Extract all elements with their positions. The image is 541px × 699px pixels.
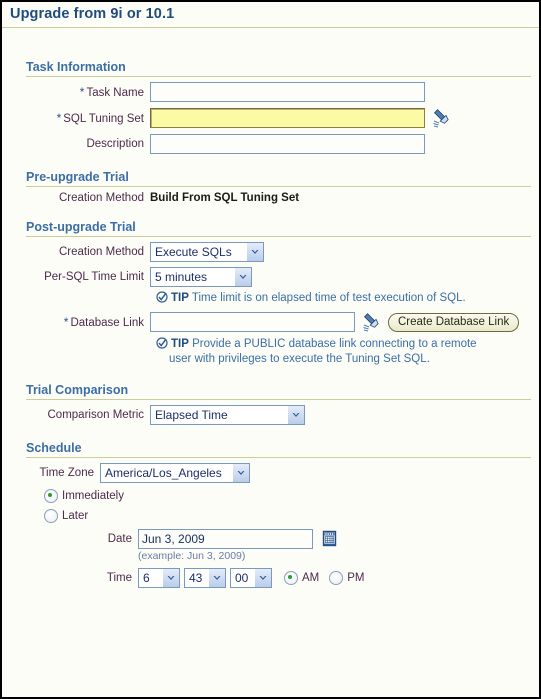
radio-pm-label[interactable]: PM (347, 572, 364, 584)
chevron-down-icon[interactable] (208, 569, 225, 587)
flashlight-search-icon[interactable] (361, 311, 383, 333)
time-group: 6 43 00 AM PM (138, 568, 365, 588)
create-database-link-button[interactable]: Create Database Link (388, 312, 520, 332)
database-link-input[interactable] (150, 312, 355, 332)
time-limit-tip-text: Time limit is on elapsed time of test ex… (191, 292, 466, 304)
upgrade-wizard-page: Upgrade from 9i or 10.1 Task Information… (0, 0, 541, 699)
post-creation-method-select[interactable]: Execute SQLs (150, 242, 264, 262)
field-row-comparison-metric: Comparison Metric Elapsed Time (10, 400, 531, 425)
comparison-metric-selected: Elapsed Time (155, 408, 228, 422)
sql-tuning-set-label-text: SQL Tuning Set (63, 113, 144, 125)
time-label: Time (106, 572, 132, 584)
field-row-task-name: * Task Name (10, 77, 531, 102)
time-zone-select[interactable]: America/Los_Angeles (100, 463, 250, 483)
field-row-post-creation-method: Creation Method Execute SQLs (10, 237, 531, 262)
radio-immediately[interactable] (44, 489, 58, 503)
database-link-tip-text-line2: user with privileges to execute the Tuni… (169, 353, 430, 365)
chevron-down-icon[interactable] (162, 569, 179, 587)
date-hint: (example: Jun 3, 2009) (138, 550, 246, 562)
time-zone-selected: America/Los_Angeles (105, 466, 222, 480)
field-row-time-zone: Time Zone America/Los_Angeles (10, 458, 531, 483)
field-row-date: Date (10, 523, 531, 549)
task-name-label-text: Task Name (86, 87, 144, 99)
field-row-description: Description (10, 129, 531, 154)
tip-check-icon (156, 291, 168, 303)
section-pre-upgrade-trial: Pre-upgrade Trial Creation Method Build … (10, 154, 531, 204)
time-limit-tip-row: TIP Time limit is on elapsed time of tes… (10, 287, 531, 306)
comparison-metric-select[interactable]: Elapsed Time (150, 405, 305, 425)
radio-immediately-label[interactable]: Immediately (62, 490, 124, 502)
form-body: Task Information * Task Name * SQL Tuning … (2, 28, 539, 588)
date-label: Date (107, 533, 132, 545)
section-heading-trial-comparison: Trial Comparison (26, 383, 531, 400)
field-row-time: Time 6 43 00 AM PM (10, 562, 531, 588)
tip-check-icon (156, 337, 168, 349)
per-sql-time-limit-selected: 5 minutes (155, 270, 208, 284)
description-label: Description (86, 138, 144, 150)
field-row-sql-tuning-set: * SQL Tuning Set (10, 102, 531, 129)
flashlight-search-icon[interactable] (431, 107, 453, 129)
section-schedule: Schedule Time Zone America/Los_Angeles I… (10, 425, 531, 588)
chevron-down-icon[interactable] (254, 569, 271, 587)
tip-word: TIP (171, 338, 189, 350)
time-hour-select[interactable]: 6 (138, 568, 180, 588)
chevron-down-icon[interactable] (232, 464, 249, 482)
post-creation-method-label: Creation Method (58, 246, 144, 258)
ampm-group: AM PM (284, 571, 365, 585)
sql-tuning-set-label: * SQL Tuning Set (10, 111, 150, 125)
chevron-down-icon[interactable] (246, 243, 263, 261)
section-heading-post-upgrade-trial: Post-upgrade Trial (26, 220, 531, 237)
time-minute-select[interactable]: 43 (184, 568, 226, 588)
chevron-down-icon[interactable] (234, 268, 251, 286)
radio-later-label[interactable]: Later (62, 510, 88, 522)
page-title: Upgrade from 9i or 10.1 (10, 6, 175, 22)
date-input[interactable] (138, 529, 313, 549)
field-row-pre-creation-method: Creation Method Build From SQL Tuning Se… (10, 187, 531, 204)
time-limit-tip: TIP Time limit is on elapsed time of tes… (10, 289, 466, 306)
chevron-down-icon[interactable] (287, 406, 304, 424)
time-zone-label: Time Zone (39, 467, 94, 479)
field-row-per-sql-time-limit: Per-SQL Time Limit 5 minutes (10, 262, 531, 287)
section-heading-pre-upgrade-trial: Pre-upgrade Trial (26, 170, 531, 187)
section-post-upgrade-trial: Post-upgrade Trial Creation Method Execu… (10, 204, 531, 367)
schedule-later-row[interactable]: Later (10, 503, 531, 523)
time-minute-selected: 43 (189, 571, 203, 585)
radio-pm[interactable] (329, 571, 344, 585)
database-link-label: * Database Link (10, 315, 150, 329)
post-creation-method-selected: Execute SQLs (155, 245, 232, 259)
per-sql-time-limit-select[interactable]: 5 minutes (150, 267, 252, 287)
radio-am-label[interactable]: AM (302, 572, 319, 584)
database-link-label-text: Database Link (70, 317, 144, 329)
calendar-icon[interactable] (321, 530, 339, 548)
description-input[interactable] (150, 134, 425, 154)
section-heading-schedule: Schedule (26, 441, 531, 458)
pre-creation-method-label: Creation Method (58, 192, 144, 204)
page-title-bar: Upgrade from 9i or 10.1 (2, 2, 539, 28)
database-link-tip-row: TIP Provide a PUBLIC database link conne… (10, 333, 531, 367)
task-name-input[interactable] (150, 82, 425, 102)
tip-word: TIP (171, 292, 189, 304)
comparison-metric-label: Comparison Metric (47, 409, 145, 421)
sql-tuning-set-input[interactable] (150, 108, 425, 128)
pre-creation-method-value: Build From SQL Tuning Set (150, 192, 300, 204)
section-trial-comparison: Trial Comparison Comparison Metric Elaps… (10, 367, 531, 425)
database-link-tip: TIP Provide a PUBLIC database link conne… (10, 335, 477, 367)
radio-am[interactable] (284, 571, 298, 585)
section-heading-task-information: Task Information (26, 60, 531, 77)
schedule-immediately-row[interactable]: Immediately (10, 483, 531, 503)
field-row-database-link: * Database Link Create Database Link (10, 306, 531, 333)
section-task-information: Task Information * Task Name * SQL Tuning … (10, 28, 531, 154)
time-hour-selected: 6 (143, 571, 150, 585)
task-name-label: * Task Name (10, 85, 150, 99)
radio-later[interactable] (44, 509, 58, 523)
time-second-selected: 00 (235, 571, 249, 585)
per-sql-time-limit-label: Per-SQL Time Limit (44, 271, 144, 283)
database-link-tip-text-line1: Provide a PUBLIC database link connectin… (192, 338, 477, 350)
time-second-select[interactable]: 00 (230, 568, 272, 588)
